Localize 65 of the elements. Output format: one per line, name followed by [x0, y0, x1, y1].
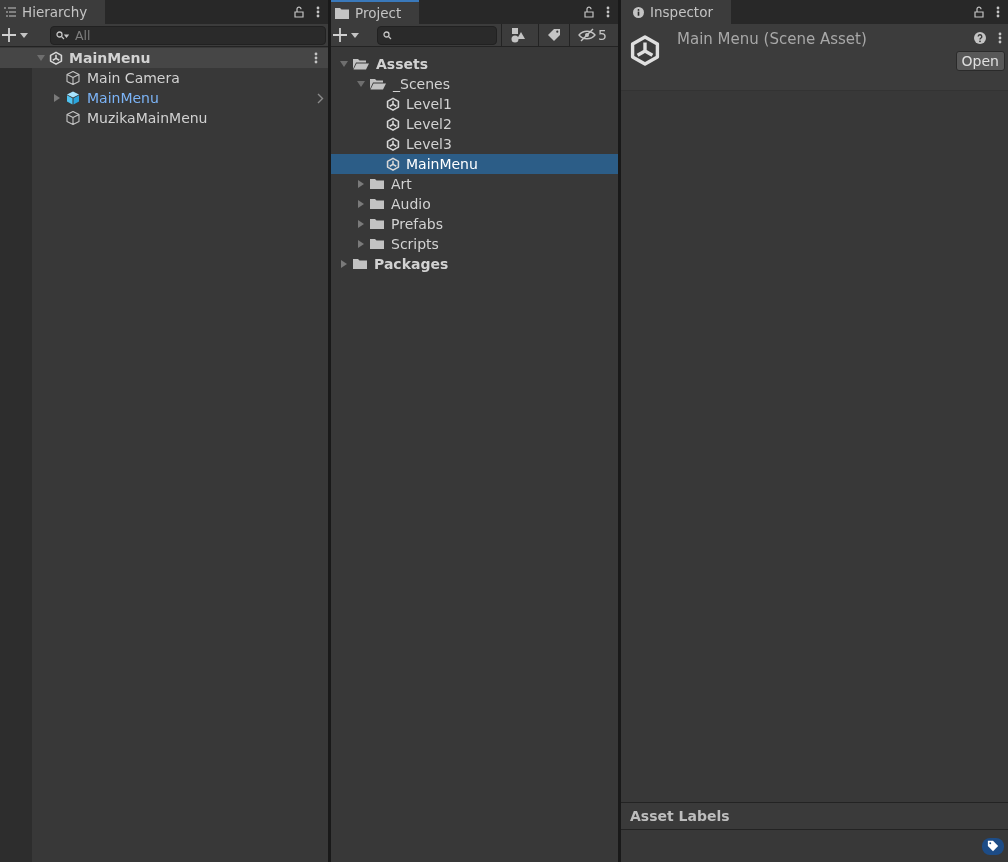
tree-item[interactable]: MuzikaMainMenu — [0, 108, 328, 128]
panel-tab[interactable]: Project — [331, 0, 420, 24]
more-options-icon[interactable] — [316, 6, 320, 18]
eye-slash-icon — [578, 28, 596, 42]
folder-icon — [369, 197, 385, 211]
open-folder-icon — [352, 57, 370, 71]
search-field[interactable]: All — [50, 25, 326, 45]
tree-item[interactable]: Audio — [331, 194, 618, 214]
chevron-right-icon[interactable] — [317, 92, 324, 104]
folder-icon — [352, 257, 368, 271]
tree-item[interactable]: MainMenu — [331, 154, 618, 174]
folder-icon — [335, 7, 349, 19]
tree-item[interactable]: _Scenes — [331, 74, 618, 94]
collapse-arrow-icon[interactable] — [356, 200, 366, 208]
shapes-icon — [510, 27, 526, 43]
more-options-icon[interactable] — [314, 52, 318, 64]
tree-item[interactable]: Level3 — [331, 134, 618, 154]
unity-logo-icon — [386, 117, 400, 131]
tree-item[interactable]: MainMenu — [0, 88, 328, 108]
unity-logo-icon — [386, 157, 400, 171]
unity-logo-icon — [386, 97, 400, 111]
panel-tab[interactable]: Inspector — [621, 0, 731, 24]
tree-item[interactable]: Level1 — [331, 94, 618, 114]
folder-icon — [369, 177, 385, 191]
tree-item[interactable]: Art — [331, 174, 618, 194]
cube-outline-icon — [65, 110, 81, 126]
info-icon — [633, 6, 644, 18]
collapse-arrow-icon[interactable] — [356, 220, 366, 228]
open-folder-icon — [369, 77, 387, 91]
cube-icon — [65, 90, 81, 106]
help-icon[interactable] — [974, 32, 986, 44]
folder-icon — [369, 237, 385, 251]
search-field[interactable] — [377, 25, 497, 45]
open-button[interactable]: Open — [955, 51, 1005, 71]
lock-icon[interactable] — [584, 6, 594, 18]
more-options-icon[interactable] — [606, 6, 610, 18]
tree-item[interactable]: Main Camera — [0, 68, 328, 88]
collapse-arrow-icon[interactable] — [339, 260, 349, 268]
more-options-icon[interactable] — [996, 6, 1000, 18]
asset-title: Main Menu (Scene Asset) — [677, 30, 868, 48]
tag-icon — [987, 840, 999, 852]
collapse-arrow-icon[interactable] — [52, 94, 62, 102]
panel-tab[interactable]: Hierarchy — [0, 0, 106, 24]
unity-logo-icon — [629, 34, 661, 66]
unity-logo-icon — [386, 137, 400, 151]
unity-logo-icon — [49, 51, 63, 65]
tree-item[interactable]: Scripts — [331, 234, 618, 254]
more-options-icon[interactable] — [998, 32, 1002, 44]
lock-icon[interactable] — [974, 6, 984, 18]
tag-icon — [547, 28, 561, 42]
cube-outline-icon — [65, 70, 81, 86]
tree-item[interactable]: Prefabs — [331, 214, 618, 234]
search-icon — [56, 30, 69, 40]
search-icon — [383, 30, 392, 40]
collapse-arrow-icon[interactable] — [356, 240, 366, 248]
hidden-packages-toggle[interactable]: 5 — [569, 24, 615, 46]
tree-item[interactable]: MainMenu — [0, 48, 328, 68]
asset-labels-button[interactable] — [982, 837, 1004, 855]
list-icon — [4, 7, 16, 17]
collapse-arrow-icon[interactable] — [356, 180, 366, 188]
tree-item[interactable]: Level2 — [331, 114, 618, 134]
tree-item[interactable]: Assets — [331, 54, 618, 74]
lock-icon[interactable] — [294, 6, 304, 18]
folder-icon — [369, 217, 385, 231]
tree-item[interactable]: Packages — [331, 254, 618, 274]
